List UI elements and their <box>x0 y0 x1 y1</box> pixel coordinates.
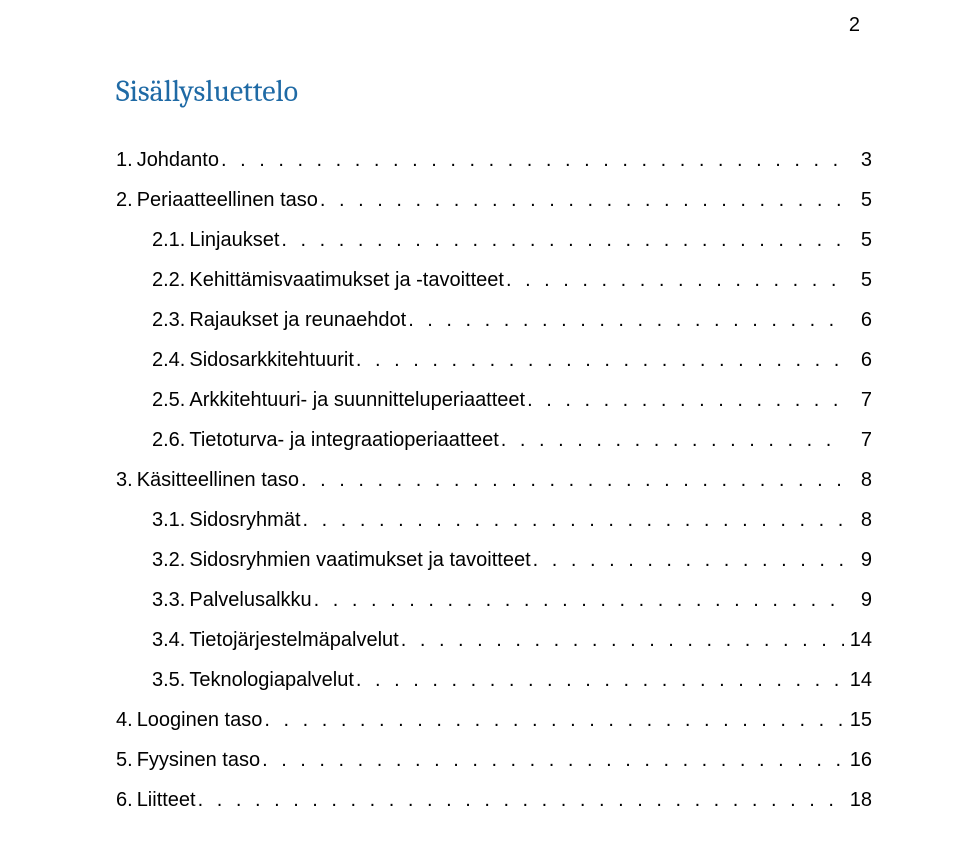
toc-dot-leader: . . . . . . . . . . . . . . . . . . . . … <box>264 705 844 735</box>
toc-row[interactable]: 3.4.Tietojärjestelmäpalvelut . . . . . .… <box>116 625 872 655</box>
toc-entry-number: 2.3. <box>152 305 185 335</box>
toc-row[interactable]: 3.2.Sidosryhmien vaatimukset ja tavoitte… <box>116 545 872 575</box>
toc-row[interactable]: 2.1.Linjaukset . . . . . . . . . . . . .… <box>116 225 872 255</box>
toc-entry-title: Arkkitehtuuri- ja suunnitteluperiaatteet <box>189 385 527 415</box>
toc-row[interactable]: 2.3.Rajaukset ja reunaehdot . . . . . . … <box>116 305 872 335</box>
toc-row[interactable]: 3.Käsitteellinen taso . . . . . . . . . … <box>116 465 872 495</box>
toc-entry-title: Linjaukset <box>189 225 281 255</box>
toc-entry-page: 6 <box>844 345 872 375</box>
toc-row[interactable]: 3.1.Sidosryhmät . . . . . . . . . . . . … <box>116 505 872 535</box>
toc-entry-title: Kehittämisvaatimukset ja -tavoitteet <box>189 265 506 295</box>
toc-dot-leader: . . . . . . . . . . . . . . . . . . . . … <box>320 185 844 215</box>
toc-entry-number: 4. <box>116 705 133 735</box>
toc-entry-number: 3.3. <box>152 585 185 615</box>
toc-entry-number: 2.4. <box>152 345 185 375</box>
toc-entry-page: 16 <box>844 745 872 775</box>
toc-entry-page: 14 <box>844 625 872 655</box>
toc-entry-number: 3.5. <box>152 665 185 695</box>
toc-row[interactable]: 5.Fyysinen taso . . . . . . . . . . . . … <box>116 745 872 775</box>
toc-entry-number: 5. <box>116 745 133 775</box>
toc-dot-leader: . . . . . . . . . . . . . . . . . . . . … <box>356 665 844 695</box>
toc-entry-page: 5 <box>844 265 872 295</box>
toc-entry-page: 5 <box>844 185 872 215</box>
toc-entry-number: 1. <box>116 145 133 175</box>
toc-entry-number: 6. <box>116 785 133 815</box>
toc-row[interactable]: 3.5.Teknologiapalvelut . . . . . . . . .… <box>116 665 872 695</box>
toc-entry-title: Tietoturva- ja integraatioperiaatteet <box>189 425 500 455</box>
toc-dot-leader: . . . . . . . . . . . . . . . . . . . . … <box>281 225 844 255</box>
toc-dot-leader: . . . . . . . . . . . . . . . . . . . . … <box>314 585 844 615</box>
toc-entry-page: 7 <box>844 385 872 415</box>
toc-dot-leader: . . . . . . . . . . . . . . . . . . . . … <box>527 385 844 415</box>
toc-dot-leader: . . . . . . . . . . . . . . . . . . . . … <box>198 785 844 815</box>
toc-entry-title: Käsitteellinen taso <box>137 465 301 495</box>
toc-dot-leader: . . . . . . . . . . . . . . . . . . . . … <box>356 345 844 375</box>
toc-row[interactable]: 2.2.Kehittämisvaatimukset ja -tavoitteet… <box>116 265 872 295</box>
toc-entry-number: 2.6. <box>152 425 185 455</box>
toc-row[interactable]: 2.4.Sidosarkkitehtuurit . . . . . . . . … <box>116 345 872 375</box>
toc-entry-page: 5 <box>844 225 872 255</box>
toc-dot-leader: . . . . . . . . . . . . . . . . . . . . … <box>533 545 844 575</box>
toc-row[interactable]: 2.5.Arkkitehtuuri- ja suunnitteluperiaat… <box>116 385 872 415</box>
toc-dot-leader: . . . . . . . . . . . . . . . . . . . . … <box>301 465 844 495</box>
toc-entry-number: 3.2. <box>152 545 185 575</box>
toc-entry-page: 8 <box>844 465 872 495</box>
toc-dot-leader: . . . . . . . . . . . . . . . . . . . . … <box>221 145 844 175</box>
toc-row[interactable]: 2.6.Tietoturva- ja integraatioperiaattee… <box>116 425 872 455</box>
toc-entry-page: 9 <box>844 545 872 575</box>
toc-row[interactable]: 4.Looginen taso . . . . . . . . . . . . … <box>116 705 872 735</box>
toc-entry-number: 3.1. <box>152 505 185 535</box>
toc-entry-title: Johdanto <box>137 145 221 175</box>
toc-entry-title: Palvelusalkku <box>189 585 313 615</box>
toc-entry-title: Fyysinen taso <box>137 745 262 775</box>
toc-dot-leader: . . . . . . . . . . . . . . . . . . . . … <box>501 425 844 455</box>
toc-entry-title: Tietojärjestelmäpalvelut <box>189 625 400 655</box>
toc-entry-title: Liitteet <box>137 785 198 815</box>
toc-dot-leader: . . . . . . . . . . . . . . . . . . . . … <box>408 305 844 335</box>
toc-entry-title: Teknologiapalvelut <box>189 665 356 695</box>
toc-entry-title: Rajaukset ja reunaehdot <box>189 305 408 335</box>
toc-entry-page: 18 <box>844 785 872 815</box>
toc-entry-title: Sidosryhmät <box>189 505 302 535</box>
toc-entry-number: 2. <box>116 185 133 215</box>
toc-row[interactable]: 1.Johdanto . . . . . . . . . . . . . . .… <box>116 145 872 175</box>
toc-heading: Sisällysluettelo <box>116 74 872 109</box>
toc-entry-page: 3 <box>844 145 872 175</box>
toc-entry-page: 14 <box>844 665 872 695</box>
toc-dot-leader: . . . . . . . . . . . . . . . . . . . . … <box>401 625 844 655</box>
toc-entry-title: Sidosarkkitehtuurit <box>189 345 356 375</box>
toc-entry-page: 6 <box>844 305 872 335</box>
toc-entry-number: 2.2. <box>152 265 185 295</box>
toc-entry-number: 3. <box>116 465 133 495</box>
toc-entry-number: 2.5. <box>152 385 185 415</box>
toc-dot-leader: . . . . . . . . . . . . . . . . . . . . … <box>303 505 844 535</box>
toc-row[interactable]: 6.Liitteet . . . . . . . . . . . . . . .… <box>116 785 872 815</box>
table-of-contents: 1.Johdanto . . . . . . . . . . . . . . .… <box>116 145 872 815</box>
toc-dot-leader: . . . . . . . . . . . . . . . . . . . . … <box>262 745 844 775</box>
toc-row[interactable]: 2.Periaatteellinen taso . . . . . . . . … <box>116 185 872 215</box>
toc-entry-page: 8 <box>844 505 872 535</box>
page-number: 2 <box>849 14 860 37</box>
toc-entry-page: 9 <box>844 585 872 615</box>
toc-entry-number: 3.4. <box>152 625 185 655</box>
toc-entry-title: Looginen taso <box>137 705 265 735</box>
toc-entry-title: Periaatteellinen taso <box>137 185 320 215</box>
toc-entry-number: 2.1. <box>152 225 185 255</box>
toc-dot-leader: . . . . . . . . . . . . . . . . . . . . … <box>506 265 844 295</box>
toc-row[interactable]: 3.3.Palvelusalkku . . . . . . . . . . . … <box>116 585 872 615</box>
toc-entry-page: 7 <box>844 425 872 455</box>
toc-entry-page: 15 <box>844 705 872 735</box>
toc-entry-title: Sidosryhmien vaatimukset ja tavoitteet <box>189 545 532 575</box>
